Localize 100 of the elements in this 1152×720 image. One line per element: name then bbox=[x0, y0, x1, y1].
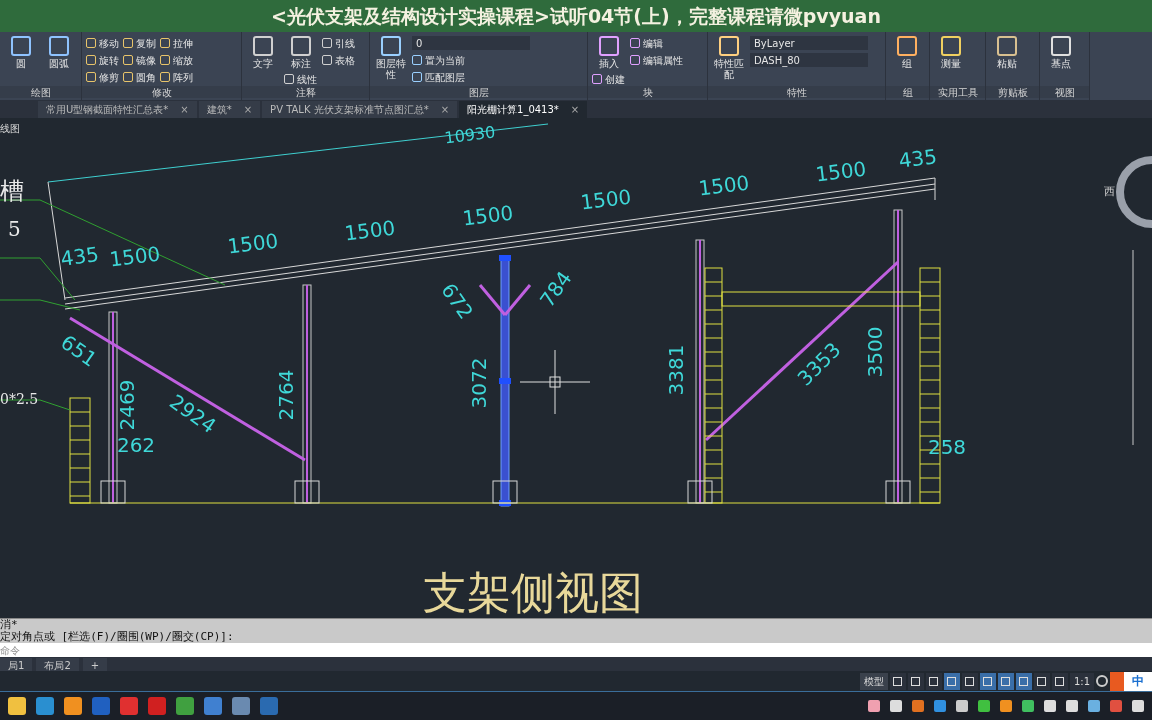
layout-tab[interactable]: 局1 bbox=[0, 657, 33, 671]
close-button[interactable]: × bbox=[243, 102, 253, 117]
command-history-line: 定对角点或 [栏选(F)/圈围(WP)/圈交(CP)]: bbox=[0, 631, 235, 643]
tray-icon[interactable] bbox=[1000, 700, 1012, 712]
dimension-text: 651 bbox=[56, 330, 102, 372]
tray-icon[interactable] bbox=[956, 700, 968, 712]
dimension-text: 1500 bbox=[461, 200, 515, 231]
app-icon[interactable] bbox=[8, 697, 26, 715]
dimension-text: 1500 bbox=[814, 156, 868, 187]
scale-button[interactable]: 1:1 bbox=[1069, 672, 1094, 690]
ribbon-tool-button[interactable]: 文字 bbox=[246, 36, 280, 69]
gear-icon[interactable] bbox=[1096, 675, 1108, 687]
dimension-text: 258 bbox=[927, 434, 967, 459]
file-tab[interactable]: PV TALK 光伏支架标准节点图汇总* × bbox=[262, 101, 458, 118]
annotation-text: 0*2.5 bbox=[0, 391, 39, 407]
ribbon-tool-button[interactable]: 缩放 bbox=[160, 53, 193, 67]
ribbon-tool-button[interactable]: 修剪 bbox=[86, 70, 119, 84]
ribbon-tool-button[interactable]: 基点 bbox=[1044, 36, 1078, 69]
status-toggle-button[interactable] bbox=[1051, 672, 1068, 690]
dimension-text: 3381 bbox=[663, 344, 688, 396]
tool-icon bbox=[941, 36, 961, 56]
ribbon-tool-button[interactable]: 创建 bbox=[592, 72, 626, 86]
tray-icon[interactable] bbox=[1066, 700, 1078, 712]
tray-icon[interactable] bbox=[1110, 700, 1122, 712]
dimension-text: 1500 bbox=[343, 215, 397, 246]
tool-icon bbox=[997, 36, 1017, 56]
close-button[interactable]: × bbox=[180, 102, 189, 117]
dimension-text: 2469 bbox=[114, 379, 139, 431]
ribbon-tool-button[interactable]: 编辑 bbox=[630, 36, 683, 50]
ribbon-tool-button[interactable]: 阵列 bbox=[160, 70, 193, 84]
tool-icon bbox=[253, 36, 273, 56]
base-plate bbox=[687, 480, 713, 504]
tray-icon[interactable] bbox=[1044, 700, 1056, 712]
model-space-button[interactable]: 模型 bbox=[859, 672, 888, 690]
ribbon-tool-button[interactable]: 圆角 bbox=[123, 70, 156, 84]
ribbon-tool-button[interactable]: 引线 bbox=[322, 36, 355, 50]
tray-icon[interactable] bbox=[978, 700, 990, 712]
status-toggle-button[interactable] bbox=[979, 672, 996, 690]
status-toggle-button[interactable] bbox=[889, 672, 906, 690]
ime-indicator[interactable]: 中 bbox=[1110, 671, 1152, 691]
status-toggle-button[interactable] bbox=[907, 672, 924, 690]
ribbon-tool-button[interactable]: 镜像 bbox=[123, 53, 156, 67]
ribbon-tool-button[interactable]: 编辑属性 bbox=[630, 53, 683, 67]
tool-icon bbox=[592, 74, 602, 84]
panel-label: 实用工具 bbox=[930, 86, 985, 98]
file-tab[interactable]: 建筑* × bbox=[198, 101, 261, 118]
ribbon-tool-button[interactable]: 组 bbox=[890, 36, 924, 69]
ribbon-tool-button[interactable]: 表格 bbox=[322, 53, 355, 67]
ribbon-tool-button[interactable]: 置为当前 bbox=[412, 53, 530, 67]
status-toggle-button[interactable] bbox=[1033, 672, 1050, 690]
tool-icon bbox=[284, 74, 294, 84]
tool-icon bbox=[11, 36, 31, 56]
status-toggle-button[interactable] bbox=[961, 672, 978, 690]
file-tab[interactable]: 常用U型钢截面特性汇总表* × bbox=[38, 101, 197, 118]
dimension-text: 262 bbox=[116, 432, 156, 457]
tray-icon[interactable] bbox=[890, 700, 902, 712]
tool-icon bbox=[599, 36, 619, 56]
drawing-title: 支架侧视图 bbox=[423, 566, 643, 618]
brace bbox=[478, 284, 507, 316]
tray-icon[interactable] bbox=[1132, 700, 1144, 712]
ribbon-tool-button[interactable]: 复制 bbox=[123, 36, 156, 50]
dimension-text: 1500 bbox=[697, 170, 751, 201]
ribbon-tool-button[interactable]: 拉伸 bbox=[160, 36, 193, 50]
dimension-text: 1500 bbox=[108, 241, 162, 272]
ribbon-tool-button[interactable]: 旋转 bbox=[86, 53, 119, 67]
ribbon-tool-button[interactable]: 圆 bbox=[4, 36, 38, 69]
tray-icon[interactable] bbox=[1022, 700, 1034, 712]
panel-label: 特性 bbox=[708, 86, 885, 98]
compass-label: 西 bbox=[1104, 185, 1115, 198]
layout-tab[interactable]: 布局2 bbox=[36, 657, 79, 671]
file-tab[interactable]: 阳光棚计算1_0413* × bbox=[459, 101, 588, 118]
ribbon-tool-button[interactable]: 匹配图层 bbox=[412, 70, 530, 84]
ribbon-dropdown[interactable]: DASH_80 bbox=[750, 53, 868, 67]
layout-tab[interactable]: + bbox=[82, 657, 108, 671]
ribbon-tool-button[interactable]: 图层特性 bbox=[374, 36, 408, 80]
base-plate bbox=[294, 480, 320, 504]
status-toggle-button[interactable] bbox=[925, 672, 942, 690]
ribbon-dropdown[interactable]: 0 bbox=[412, 36, 530, 50]
panel-label: 修改 bbox=[82, 86, 241, 98]
tray-icon[interactable] bbox=[868, 700, 880, 712]
tool-icon bbox=[1051, 36, 1071, 56]
tray-icon[interactable] bbox=[934, 700, 946, 712]
close-button[interactable]: × bbox=[440, 102, 450, 117]
ribbon-tool-button[interactable]: 插入 bbox=[592, 36, 626, 69]
ribbon-tool-button[interactable]: 特性匹配 bbox=[712, 36, 746, 80]
ribbon-tool-button[interactable]: 测量 bbox=[934, 36, 968, 69]
viewcube-ring bbox=[1116, 156, 1152, 228]
tray-icon[interactable] bbox=[1088, 700, 1100, 712]
ribbon-tool-button[interactable]: 移动 bbox=[86, 36, 119, 50]
status-toggle-button[interactable] bbox=[997, 672, 1014, 690]
ribbon-tool-button[interactable]: 标注 bbox=[284, 36, 318, 69]
tray-icon[interactable] bbox=[912, 700, 924, 712]
ribbon-tool-button[interactable]: 线性 bbox=[284, 72, 318, 86]
status-toggle-button[interactable] bbox=[1015, 672, 1032, 690]
ribbon-tool-button[interactable]: 圆弧 bbox=[42, 36, 76, 69]
ribbon-tool-button[interactable]: 粘贴 bbox=[990, 36, 1024, 69]
close-button[interactable]: × bbox=[570, 102, 580, 117]
status-toggle-button[interactable] bbox=[943, 672, 960, 690]
ribbon-dropdown[interactable]: ByLayer bbox=[750, 36, 868, 50]
command-input[interactable]: 命令 bbox=[0, 643, 1152, 657]
